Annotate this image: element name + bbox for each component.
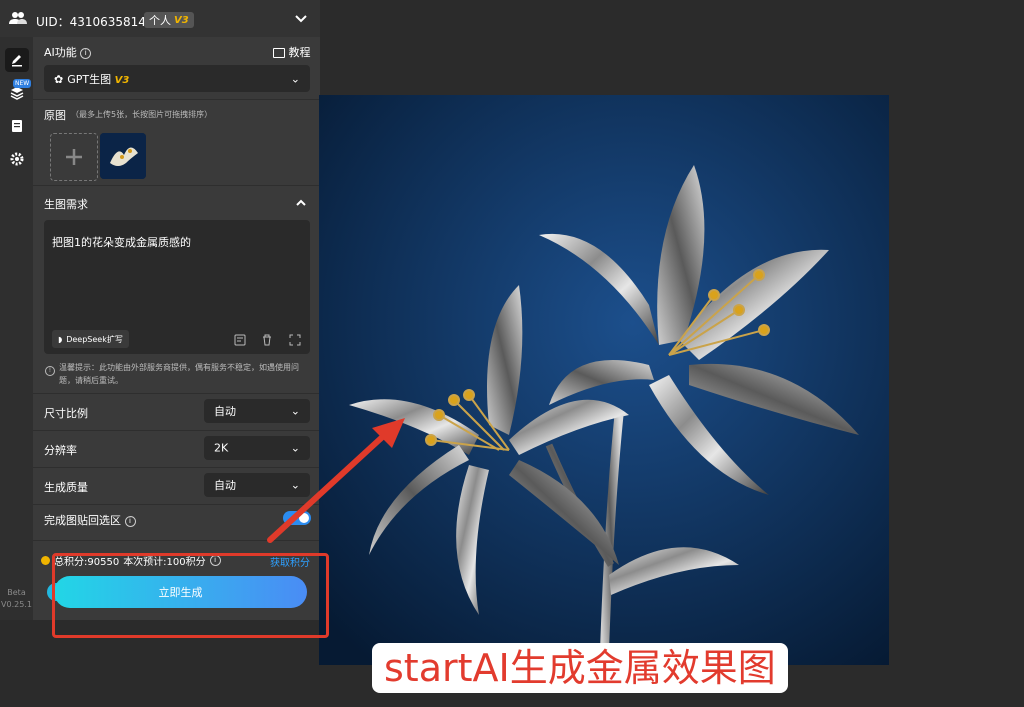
- annotation-box: [52, 553, 329, 638]
- caption-banner: startAI生成金属效果图: [372, 643, 788, 693]
- caption-text: startAI生成金属效果图: [384, 646, 776, 690]
